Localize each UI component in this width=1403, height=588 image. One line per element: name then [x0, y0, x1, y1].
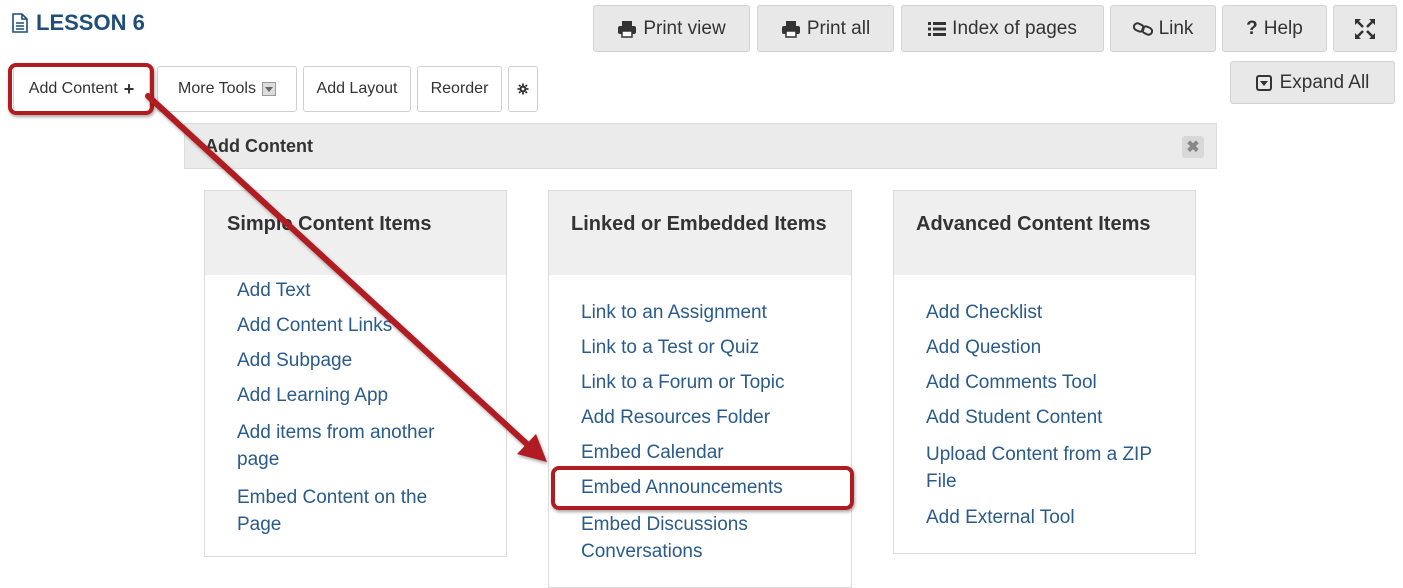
dropdown-icon [261, 82, 276, 96]
menu-item-embed-content-on-page[interactable]: Embed Content on the Page [237, 484, 457, 538]
settings-button[interactable] [508, 66, 538, 112]
menu-item-add-content-links[interactable]: Add Content Links [237, 314, 484, 338]
print-view-button[interactable]: Print view [593, 5, 750, 52]
add-content-highlight [8, 63, 154, 115]
panel-title: Add Content [205, 136, 313, 156]
print-icon [781, 20, 800, 38]
embed-announcements-highlight [551, 466, 854, 510]
menu-item-add-question[interactable]: Add Question [926, 336, 1173, 360]
expand-icon [1255, 74, 1272, 91]
lesson-title: LESSON 6 [36, 10, 145, 35]
menu-item-add-items-from-another-page[interactable]: Add items from another page [237, 419, 467, 473]
question-icon: ? [1246, 17, 1258, 39]
simple-content-column: Simple Content Items Add Text Add Conten… [204, 190, 507, 557]
reorder-button[interactable]: Reorder [417, 66, 502, 112]
linked-embedded-column: Linked or Embedded Items Link to an Assi… [548, 190, 852, 588]
menu-item-embed-discussions[interactable]: Embed Discussions Conversations [581, 511, 781, 565]
menu-item-add-text[interactable]: Add Text [237, 279, 484, 303]
menu-item-embed-calendar[interactable]: Embed Calendar [581, 441, 829, 465]
menu-item-link-assignment[interactable]: Link to an Assignment [581, 301, 829, 325]
advanced-content-column: Advanced Content Items Add Checklist Add… [893, 190, 1196, 554]
list-icon [928, 21, 947, 36]
menu-item-link-forum-topic[interactable]: Link to a Forum or Topic [581, 371, 829, 395]
add-content-panel-header: Add Content ✖ [184, 123, 1217, 169]
menu-item-add-comments-tool[interactable]: Add Comments Tool [926, 371, 1173, 395]
menu-item-add-learning-app[interactable]: Add Learning App [237, 384, 484, 408]
more-tools-button[interactable]: More Tools [157, 66, 297, 112]
add-layout-button[interactable]: Add Layout [303, 66, 411, 112]
close-icon[interactable]: ✖ [1182, 136, 1204, 158]
menu-item-link-test-quiz[interactable]: Link to a Test or Quiz [581, 336, 829, 360]
expand-all-button[interactable]: Expand All [1230, 61, 1395, 104]
print-all-button[interactable]: Print all [757, 5, 894, 52]
link-icon [1132, 21, 1153, 36]
print-icon [618, 20, 637, 38]
menu-item-add-checklist[interactable]: Add Checklist [926, 301, 1173, 325]
menu-item-add-student-content[interactable]: Add Student Content [926, 406, 1173, 430]
column-heading: Simple Content Items [205, 191, 506, 275]
document-icon [12, 13, 28, 33]
menu-item-upload-zip[interactable]: Upload Content from a ZIP File [926, 441, 1176, 495]
index-of-pages-button[interactable]: Index of pages [901, 5, 1104, 52]
help-button[interactable]: ? Help [1222, 5, 1327, 52]
menu-item-add-external-tool[interactable]: Add External Tool [926, 506, 1173, 530]
fullscreen-icon [1355, 18, 1375, 39]
column-heading: Linked or Embedded Items [549, 191, 851, 275]
menu-item-add-resources-folder[interactable]: Add Resources Folder [581, 406, 829, 430]
gear-icon [517, 83, 529, 95]
column-heading: Advanced Content Items [894, 191, 1195, 275]
fullscreen-button[interactable] [1333, 5, 1397, 52]
page-title: LESSON 6 [12, 10, 145, 36]
menu-item-add-subpage[interactable]: Add Subpage [237, 349, 484, 373]
link-button[interactable]: Link [1110, 5, 1216, 52]
